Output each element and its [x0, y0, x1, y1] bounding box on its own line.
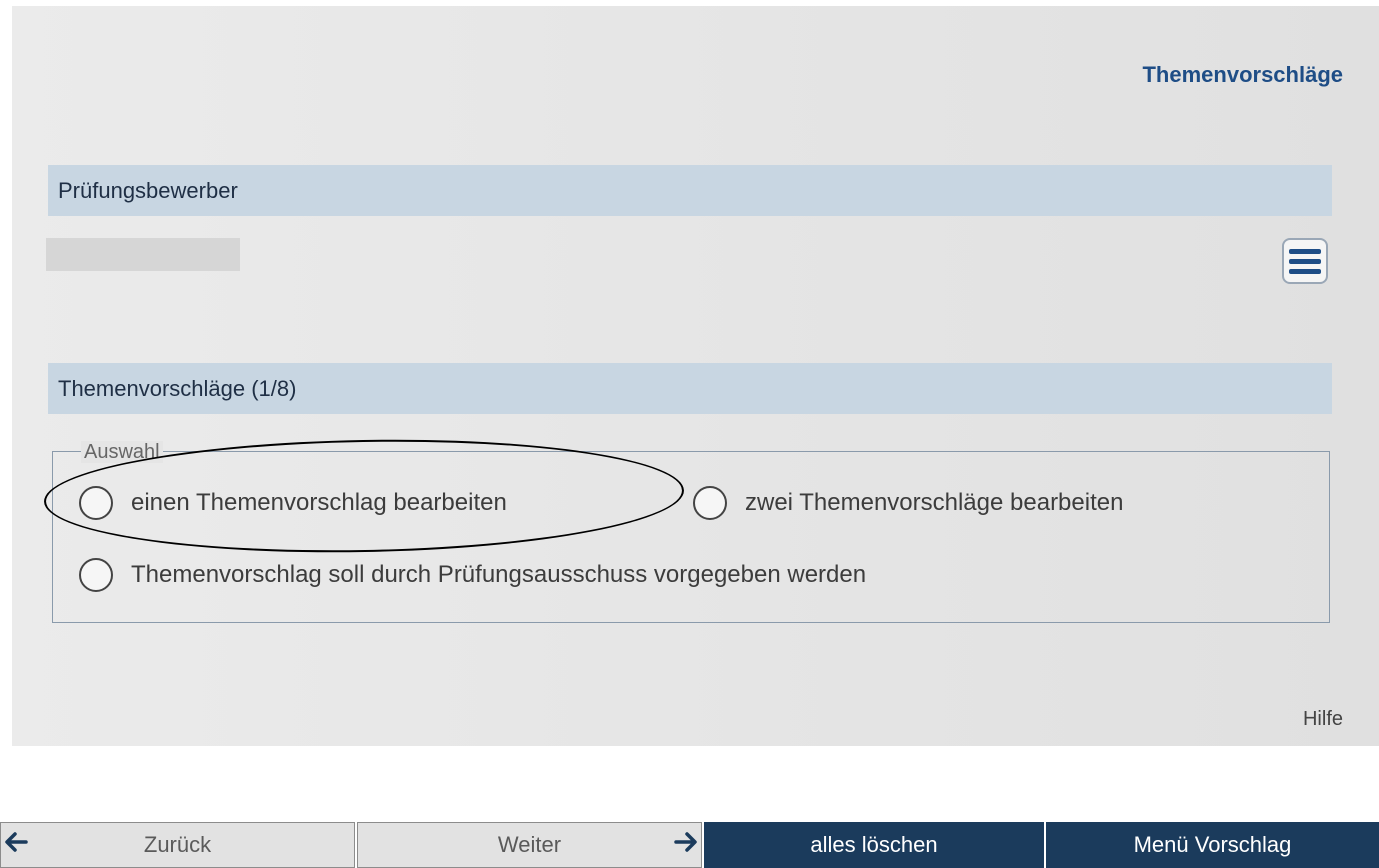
menu-proposal-button[interactable]: Menü Vorschlag	[1046, 822, 1379, 868]
arrow-left-icon	[5, 832, 28, 852]
page-title: Themenvorschläge	[1142, 62, 1343, 87]
candidate-name-placeholder	[46, 238, 240, 271]
option-one-topic-label: einen Themenvorschlag bearbeiten	[131, 489, 507, 516]
option-two-topics[interactable]: zwei Themenvorschläge bearbeiten	[693, 486, 1123, 520]
selection-fieldset: Auswahl einen Themenvorschlag bearbeiten…	[52, 441, 1330, 623]
hamburger-menu-button[interactable]	[1282, 238, 1328, 284]
hamburger-menu-icon-line	[1289, 268, 1321, 274]
clear-all-button-label: alles löschen	[810, 832, 938, 857]
radio-two-topics[interactable]	[693, 486, 727, 520]
menu-proposal-button-label: Menü Vorschlag	[1133, 832, 1292, 857]
next-button-label: Weiter	[497, 832, 562, 857]
radio-one-topic[interactable]	[79, 486, 113, 520]
help-link[interactable]: Hilfe	[1303, 708, 1343, 731]
bottom-navigation-bar: Zurück Weiter alles löschen Menü Vorschl…	[0, 822, 1379, 868]
option-two-topics-label: zwei Themenvorschläge bearbeiten	[745, 489, 1124, 516]
candidate-section-header: Prüfungsbewerber	[48, 165, 1332, 216]
selection-legend: Auswahl	[81, 441, 163, 463]
arrow-right-icon	[674, 832, 697, 852]
back-button-label: Zurück	[143, 832, 212, 857]
hamburger-menu-icon	[1289, 248, 1321, 254]
option-one-topic[interactable]: einen Themenvorschlag bearbeiten	[79, 486, 507, 520]
back-button[interactable]: Zurück	[0, 822, 355, 868]
next-button[interactable]: Weiter	[357, 822, 702, 868]
radio-committee-topic[interactable]	[79, 558, 113, 592]
option-committee-topic-label: Themenvorschlag soll durch Prüfungsaussc…	[131, 561, 867, 588]
topics-section-header: Themenvorschläge (1/8)	[48, 363, 1332, 414]
hamburger-menu-icon-line	[1289, 258, 1321, 264]
option-committee-topic[interactable]: Themenvorschlag soll durch Prüfungsaussc…	[79, 558, 866, 592]
clear-all-button[interactable]: alles löschen	[704, 822, 1044, 868]
